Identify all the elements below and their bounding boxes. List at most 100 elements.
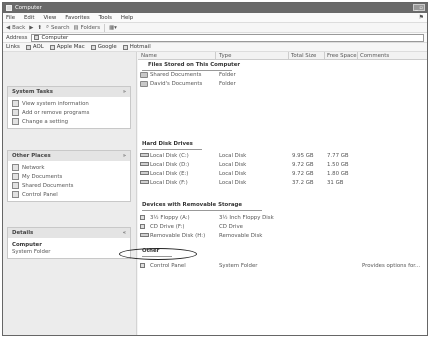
details-header[interactable]: Details « xyxy=(8,228,130,238)
task-label: View system information xyxy=(22,100,89,107)
column-divider[interactable] xyxy=(215,52,216,60)
link-page-icon xyxy=(25,44,31,50)
collapse-chevron-icon[interactable]: » xyxy=(123,89,126,95)
highlight-circle xyxy=(119,248,197,260)
item-free: 7.77 GB xyxy=(327,153,349,159)
item-type: Local Disk xyxy=(219,171,247,177)
row-davids-documents[interactable]: David's Documents Folder xyxy=(140,80,427,89)
group-hdd-header: Hard Disk Drives xyxy=(142,141,193,147)
menu-edit[interactable]: Edit xyxy=(24,15,34,21)
col-name[interactable]: Name xyxy=(141,53,157,59)
links-bar: Links AOL Apple Mac Google Hotmail xyxy=(3,43,427,52)
column-headers: Name Type Total Size Free Space Comments xyxy=(138,52,427,60)
folders-icon: ▤ xyxy=(73,24,79,31)
item-name: 3½ Floppy (A:) xyxy=(150,215,190,221)
col-free-space[interactable]: Free Space xyxy=(327,53,357,59)
folder-icon xyxy=(12,182,19,189)
column-divider[interactable] xyxy=(357,52,358,60)
item-total: 9.95 GB xyxy=(292,153,314,159)
col-total-size[interactable]: Total Size xyxy=(291,53,316,59)
link-page-icon xyxy=(49,44,55,50)
title-bar[interactable]: Computer _ ▫ xyxy=(3,3,427,13)
item-type: Folder xyxy=(219,81,236,87)
row-shared-documents[interactable]: Shared Documents Folder xyxy=(140,71,427,80)
row-cd-drive[interactable]: CD Drive (F:) CD Drive xyxy=(140,223,427,232)
row-floppy-a[interactable]: 3½ Floppy (A:) 3½ Inch Floppy Disk xyxy=(140,214,427,223)
up-button[interactable]: ⬆ xyxy=(37,25,42,31)
computer-icon xyxy=(34,35,40,40)
menu-view[interactable]: View xyxy=(43,15,56,21)
folders-button[interactable]: ▤ Folders xyxy=(74,25,101,31)
col-comments[interactable]: Comments xyxy=(360,53,389,59)
back-label: Back xyxy=(12,24,26,31)
link-label: Apple Mac xyxy=(56,44,85,50)
column-divider[interactable] xyxy=(324,52,325,60)
panel-title: Details xyxy=(12,230,34,236)
item-total: 9.72 GB xyxy=(292,162,314,168)
item-type: System Folder xyxy=(219,263,258,269)
network-icon xyxy=(12,164,19,171)
item-name: Shared Documents xyxy=(150,72,202,78)
links-label: Links xyxy=(6,44,20,50)
hard-drive-icon xyxy=(140,153,149,157)
task-label: Add or remove programs xyxy=(22,109,90,116)
col-type[interactable]: Type xyxy=(219,53,231,59)
item-free: 1.80 GB xyxy=(327,171,349,177)
item-name: Local Disk (F:) xyxy=(150,180,188,186)
task-change-setting[interactable]: Change a setting xyxy=(12,117,126,126)
panel-title: System Tasks xyxy=(12,89,53,95)
details-type: System Folder xyxy=(12,249,51,255)
item-total: 9.72 GB xyxy=(292,171,314,177)
search-button[interactable]: ⌕ Search xyxy=(46,24,70,31)
link-label: AOL xyxy=(32,44,44,50)
up-folder-icon: ⬆ xyxy=(37,24,42,31)
place-label: Control Panel xyxy=(22,191,58,198)
back-arrow-icon: ◀ xyxy=(6,24,11,31)
link-page-icon xyxy=(90,44,96,50)
link-aol[interactable]: AOL xyxy=(25,44,44,50)
link-hotmail[interactable]: Hotmail xyxy=(122,44,151,50)
menu-favorites[interactable]: Favorites xyxy=(65,15,89,21)
back-button[interactable]: ◀ Back xyxy=(6,25,25,31)
system-tasks-panel: System Tasks » View system information A… xyxy=(7,86,131,129)
place-network[interactable]: Network xyxy=(12,163,126,172)
row-local-disk-f[interactable]: Local Disk (F:) Local Disk 37.2 GB 31 GB xyxy=(140,179,427,188)
programs-icon xyxy=(12,109,19,116)
place-control-panel[interactable]: Control Panel xyxy=(12,190,126,199)
forward-button[interactable]: ▶ xyxy=(29,25,33,31)
task-pane: System Tasks » View system information A… xyxy=(3,52,137,335)
place-label: Shared Documents xyxy=(22,182,74,189)
task-view-system-information[interactable]: View system information xyxy=(12,99,126,108)
panel-title: Other Places xyxy=(12,153,51,159)
address-field[interactable]: Computer xyxy=(31,33,424,42)
link-google[interactable]: Google xyxy=(90,44,117,50)
other-places-header[interactable]: Other Places » xyxy=(8,151,130,161)
place-my-documents[interactable]: My Documents xyxy=(12,172,126,181)
search-label: Search xyxy=(50,24,70,31)
details-name: Computer xyxy=(12,242,42,248)
row-local-disk-c[interactable]: Local Disk (C:) Local Disk 9.95 GB 7.77 … xyxy=(140,152,427,161)
expand-chevron-icon[interactable]: « xyxy=(123,230,126,236)
item-type: Local Disk xyxy=(219,162,247,168)
place-shared-documents[interactable]: Shared Documents xyxy=(12,181,126,190)
task-label: Change a setting xyxy=(22,118,69,125)
link-apple-mac[interactable]: Apple Mac xyxy=(49,44,85,50)
system-tasks-header[interactable]: System Tasks » xyxy=(8,87,130,97)
menu-help[interactable]: Help xyxy=(121,15,133,21)
collapse-chevron-icon[interactable]: » xyxy=(123,153,126,159)
minimize-button[interactable]: _ ▫ xyxy=(413,4,425,11)
views-button[interactable]: ▦▾ xyxy=(109,25,117,31)
item-type: CD Drive xyxy=(219,224,243,230)
column-divider[interactable] xyxy=(288,52,289,60)
row-local-disk-e[interactable]: Local Disk (E:) Local Disk 9.72 GB 1.80 … xyxy=(140,170,427,179)
views-icon: ▦▾ xyxy=(109,24,117,31)
folder-icon xyxy=(140,72,148,78)
menu-file[interactable]: File xyxy=(6,15,15,21)
row-removable-disk[interactable]: Removable Disk (H:) Removable Disk xyxy=(140,232,427,241)
window-title: Computer xyxy=(15,5,42,11)
details-panel: Details « Computer System Folder xyxy=(7,227,131,259)
task-add-remove-programs[interactable]: Add or remove programs xyxy=(12,108,126,117)
row-local-disk-d[interactable]: Local Disk (D:) Local Disk 9.72 GB 1.50 … xyxy=(140,161,427,170)
menu-tools[interactable]: Tools xyxy=(99,15,112,21)
row-control-panel[interactable]: Control Panel System Folder Provides opt… xyxy=(140,262,427,271)
